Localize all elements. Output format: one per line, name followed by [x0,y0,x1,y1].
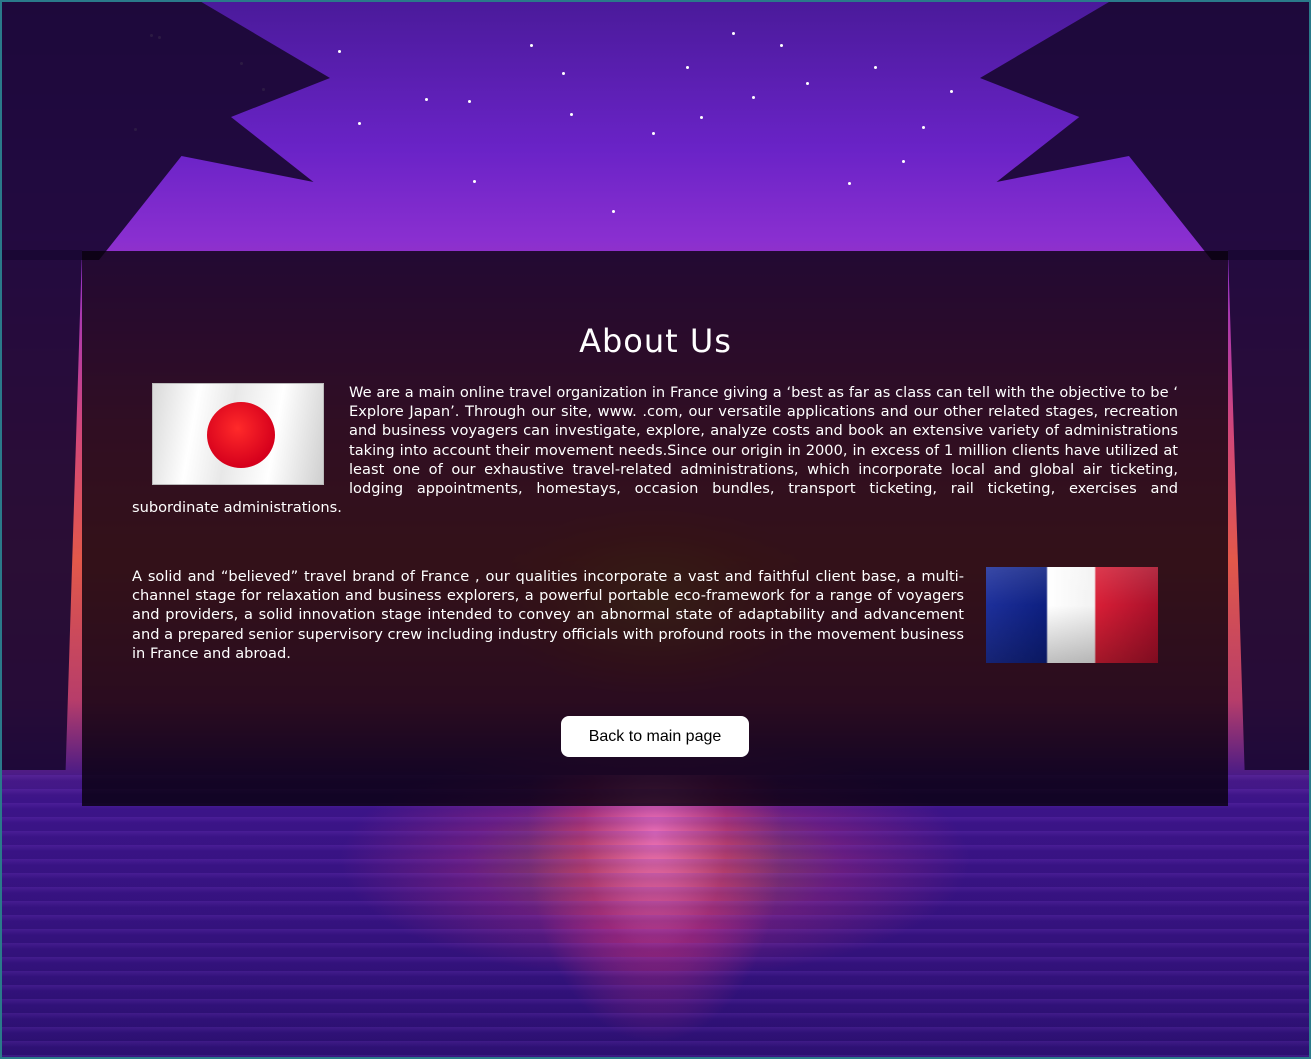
france-flag-image [986,567,1158,663]
about-paragraph-2-text: A solid and “believed” travel brand of F… [132,568,964,662]
background-water [0,775,1311,1059]
japan-flag-sun [207,402,275,468]
france-flag-shade [986,567,1158,663]
japan-flag-image [152,383,324,485]
page-title: About Us [579,322,732,360]
about-paragraph-2: A solid and “believed” travel brand of F… [132,567,964,663]
back-to-main-page-button[interactable]: Back to main page [561,716,749,757]
